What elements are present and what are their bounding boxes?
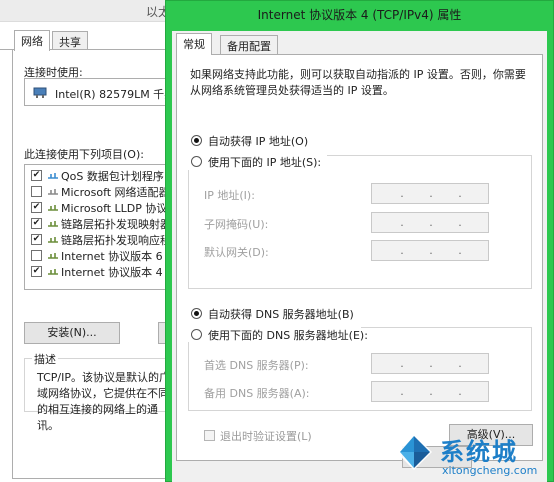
- protocol-icon: [48, 221, 58, 227]
- alternate-dns-field[interactable]: ...: [371, 381, 489, 402]
- tab-networking[interactable]: 网络: [14, 30, 50, 51]
- default-gateway-dot-3: .: [458, 244, 462, 257]
- info-text: 如果网络支持此功能，则可以获取自动指派的 IP 设置。否则，你需要从网络系统管理…: [190, 68, 526, 97]
- tab-general[interactable]: 常规: [176, 33, 212, 55]
- subnet-mask-label: 子网掩码(U):: [204, 218, 269, 231]
- dns-manual-radio[interactable]: [191, 329, 202, 340]
- preferred-dns-label: 首选 DNS 服务器(P):: [204, 359, 309, 372]
- install-button[interactable]: 安装(N)...: [24, 322, 120, 344]
- dns-auto-label[interactable]: 自动获得 DNS 服务器地址(B): [208, 306, 354, 322]
- subnet-mask-dot-3: .: [458, 216, 462, 229]
- alternate-dns-dot-1: .: [400, 385, 404, 398]
- network-adapter-icon: [33, 87, 47, 98]
- dns-manual-label[interactable]: 使用下面的 DNS 服务器地址(E):: [208, 327, 368, 343]
- ethernet-properties-titlebar: 以太: [0, 0, 180, 22]
- watermark-name: 系统城: [440, 438, 518, 466]
- tab-sharing[interactable]: 共享: [52, 31, 88, 51]
- protocol-icon: [48, 173, 58, 179]
- dns-auto-radio[interactable]: [191, 308, 202, 319]
- preferred-dns-dot-3: .: [458, 357, 462, 370]
- watermark-url: xitongcheng.com: [442, 464, 538, 477]
- validate-on-exit-label[interactable]: 退出时验证设置(L): [220, 428, 312, 444]
- protocol-icon: [48, 269, 58, 275]
- item-label: Microsoft LLDP 协议驱: [61, 202, 179, 215]
- ipv4-properties-dialog: Internet 协议版本 4 (TCP/IPv4) 属性 常规 备用配置 如果…: [165, 0, 554, 482]
- dialog-titlebar: Internet 协议版本 4 (TCP/IPv4) 属性: [166, 1, 553, 29]
- general-panel: 如果网络支持此功能，则可以获取自动指派的 IP 设置。否则，你需要从网络系统管理…: [176, 54, 543, 461]
- item-checkbox[interactable]: ✔: [31, 170, 42, 181]
- ethernet-properties-window: 以太 网络 共享 连接时使用: Intel(R) 82579LM 千兆网 此连接…: [0, 0, 188, 482]
- ip-manual-label[interactable]: 使用下面的 IP 地址(S):: [208, 154, 321, 170]
- ip-manual-radio[interactable]: [191, 156, 202, 167]
- protocol-icon: [48, 205, 58, 211]
- default-gateway-dot-2: .: [429, 244, 433, 257]
- dialog-body: 常规 备用配置 如果网络支持此功能，则可以获取自动指派的 IP 设置。否则，你需…: [172, 31, 547, 482]
- preferred-dns-dot-1: .: [400, 357, 404, 370]
- item-label: Microsoft 网络适配器多: [61, 186, 181, 199]
- ip-address-field[interactable]: ...: [371, 183, 489, 204]
- item-label: QoS 数据包计划程序: [61, 170, 164, 183]
- default-gateway-dot-1: .: [400, 244, 404, 257]
- ip-address-dot-2: .: [429, 187, 433, 200]
- alternate-dns-label: 备用 DNS 服务器(A):: [204, 387, 310, 400]
- subnet-mask-dot-2: .: [429, 216, 433, 229]
- items-label: 此连接使用下列项目(O):: [24, 148, 144, 161]
- alternate-dns-dot-3: .: [458, 385, 462, 398]
- preferred-dns-field[interactable]: ...: [371, 353, 489, 374]
- watermark: 系统城 xitongcheng.com: [392, 430, 554, 482]
- alternate-dns-dot-2: .: [429, 385, 433, 398]
- ip-address-dot-1: .: [400, 187, 404, 200]
- ip-address-label: IP 地址(I):: [204, 189, 255, 202]
- default-gateway-field[interactable]: ...: [371, 240, 489, 261]
- subnet-mask-dot-1: .: [400, 216, 404, 229]
- tab-alternate-configuration[interactable]: 备用配置: [220, 35, 278, 54]
- item-checkbox[interactable]: ✔: [31, 266, 42, 277]
- adapter-box: Intel(R) 82579LM 千兆网: [24, 78, 186, 106]
- preferred-dns-dot-2: .: [429, 357, 433, 370]
- dialog-title: Internet 协议版本 4 (TCP/IPv4) 属性: [257, 8, 462, 22]
- item-label: 链路层拓扑发现映射器: [61, 218, 171, 231]
- protocol-icon: [48, 253, 58, 259]
- ip-address-dot-3: .: [458, 187, 462, 200]
- item-label: 链路层拓扑发现响应程序: [61, 234, 182, 247]
- ip-auto-label[interactable]: 自动获得 IP 地址(O): [208, 133, 308, 149]
- xitongcheng-logo-icon: [396, 434, 432, 470]
- protocol-items-list[interactable]: ✔ QoS 数据包计划程序 Microsoft 网络适配器多 ✔ Microsoft L…: [24, 164, 184, 290]
- subnet-mask-field[interactable]: ...: [371, 212, 489, 233]
- ip-auto-radio[interactable]: [191, 135, 202, 146]
- description-title: 描述: [32, 351, 58, 367]
- item-checkbox[interactable]: [31, 186, 42, 197]
- default-gateway-label: 默认网关(D):: [204, 246, 269, 259]
- item-checkbox[interactable]: ✔: [31, 234, 42, 245]
- validate-on-exit-checkbox[interactable]: [204, 430, 215, 441]
- item-checkbox[interactable]: [31, 250, 42, 261]
- item-checkbox[interactable]: ✔: [31, 218, 42, 229]
- protocol-icon: [48, 237, 58, 243]
- ethernet-properties-tabs: 网络 共享: [0, 28, 180, 51]
- description-text: TCP/IP。该协议是默认的广域网络协议，它提供在不同的相互连接的网络上的通讯。: [37, 371, 170, 432]
- protocol-icon: [48, 189, 58, 195]
- item-checkbox[interactable]: ✔: [31, 202, 42, 213]
